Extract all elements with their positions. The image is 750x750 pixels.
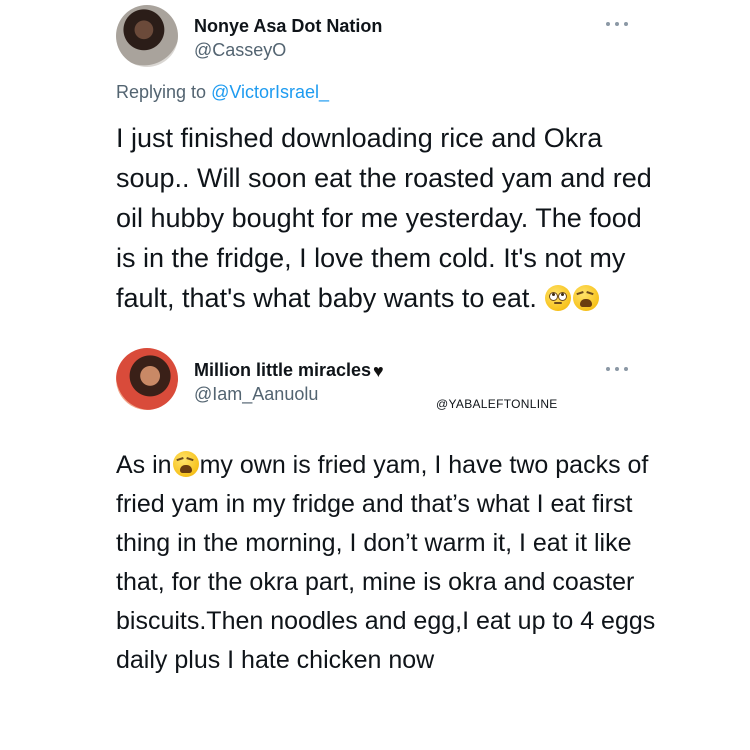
more-options-icon[interactable] [606,21,628,27]
more-options-icon[interactable] [606,366,628,372]
replying-to-prefix: Replying to [116,82,212,102]
rolling-eyes-emoji-icon [545,285,572,311]
tweet-text-rest: my own is fried yam, I have two packs of… [116,451,656,674]
tweet-text-start: As in [116,451,172,479]
tweet-text-content: I just finished downloading rice and Okr… [116,123,652,313]
tweet-text: I just finished downloading rice and Okr… [116,118,656,318]
replying-to-link[interactable]: @VictorIsrael_ [211,82,329,102]
display-name[interactable]: Nonye Asa Dot Nation [194,16,382,37]
user-handle[interactable]: @Iam_Aanuolu [194,384,318,405]
display-name[interactable]: Million little miracles ♥ [194,360,384,382]
user-handle[interactable]: @CasseyO [194,40,286,61]
avatar[interactable] [116,5,178,67]
tweet-text: As in my own is fried yam, I have two pac… [116,446,676,680]
black-heart-icon: ♥ [373,361,384,381]
display-name-text: Million little miracles [194,360,372,380]
avatar[interactable] [116,348,178,410]
weary-face-emoji-icon [172,451,199,477]
replying-to: Replying to @VictorIsrael_ [116,82,329,103]
weary-face-emoji-icon [573,285,600,311]
watermark: @YABALEFTONLINE [436,397,558,411]
